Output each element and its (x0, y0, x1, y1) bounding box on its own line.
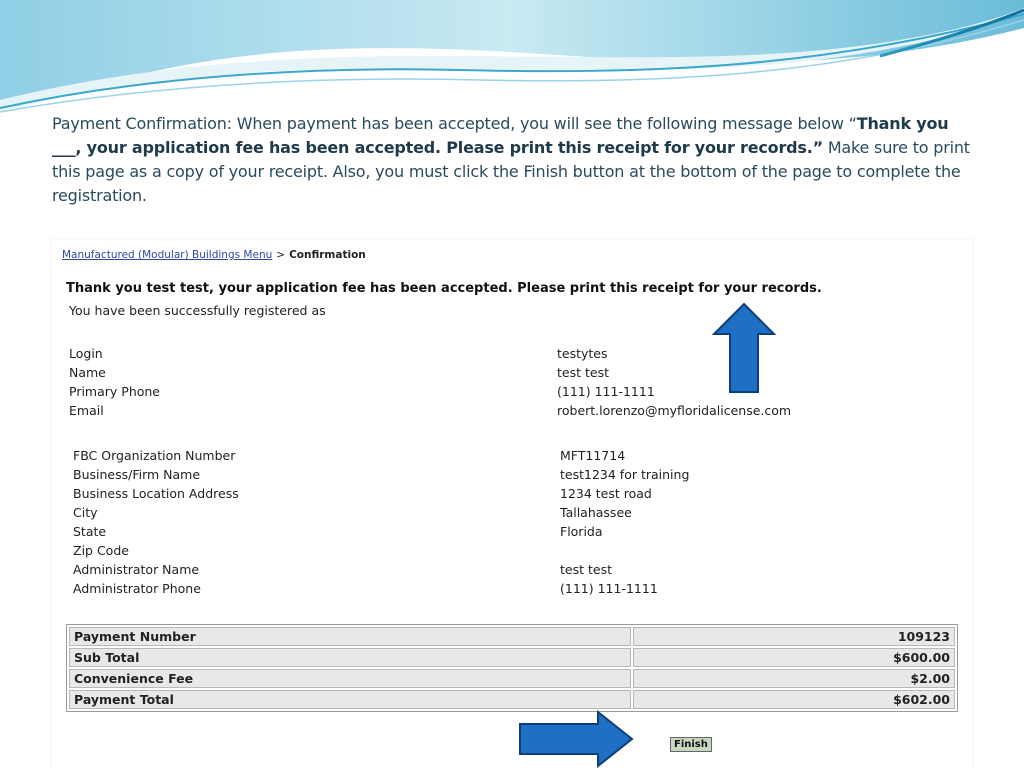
confirmation-screenshot: Manufactured (Modular) Buildings Menu > Co… (52, 240, 972, 768)
info-label: Business/Firm Name (73, 467, 201, 482)
info-label: FBC Organization Number (73, 448, 236, 463)
registered-message: You have been successfully registered as (69, 303, 326, 318)
arrow-right-icon (519, 710, 634, 768)
info-value: testytes (557, 346, 608, 361)
breadcrumb-separator: > (276, 249, 286, 261)
info-label: Zip Code (73, 543, 129, 558)
instructions-paragraph: Payment Confirmation: When payment has b… (52, 112, 972, 208)
payment-value: $602.00 (633, 690, 955, 709)
breadcrumb: Manufactured (Modular) Buildings Menu > Co… (62, 249, 366, 261)
info-label: State (73, 524, 107, 539)
payment-summary-table: Payment Number 109123 Sub Total $600.00 … (66, 624, 958, 712)
info-value: (111) 111-1111 (557, 384, 655, 399)
thank-you-message: Thank you test test, your application fe… (66, 281, 822, 296)
info-value: test test (557, 365, 609, 380)
payment-label: Payment Number (69, 627, 631, 646)
info-value: test1234 for training (560, 467, 690, 482)
arrow-up-icon (712, 302, 776, 393)
payment-value: 109123 (633, 627, 955, 646)
table-row: Payment Number 109123 (69, 627, 955, 646)
info-value: robert.lorenzo@myfloridalicense.com (557, 403, 792, 418)
payment-value: $2.00 (633, 669, 955, 688)
info-label: Email (69, 403, 104, 418)
info-value: test test (560, 562, 612, 577)
payment-label: Payment Total (69, 690, 631, 709)
table-row: Convenience Fee $2.00 (69, 669, 955, 688)
breadcrumb-current: Confirmation (289, 249, 366, 261)
info-value: (111) 111-1111 (560, 581, 658, 596)
info-label: Login (69, 346, 103, 361)
info-label: Administrator Name (73, 562, 200, 577)
table-row: Sub Total $600.00 (69, 648, 955, 667)
info-label: City (73, 505, 98, 520)
info-value: MFT11714 (560, 448, 626, 463)
header-wave-decoration (0, 0, 1024, 113)
table-row: Payment Total $602.00 (69, 690, 955, 709)
finish-button[interactable]: Finish (670, 737, 712, 752)
info-label: Primary Phone (69, 384, 160, 399)
payment-label: Convenience Fee (69, 669, 631, 688)
info-label: Business Location Address (73, 486, 239, 501)
payment-value: $600.00 (633, 648, 955, 667)
instructions-intro: Payment Confirmation: When payment has b… (52, 114, 857, 133)
info-value: 1234 test road (560, 486, 652, 501)
breadcrumb-menu-link[interactable]: Manufactured (Modular) Buildings Menu (62, 249, 272, 261)
info-value: Tallahassee (560, 505, 632, 520)
payment-label: Sub Total (69, 648, 631, 667)
info-value: Florida (560, 524, 603, 539)
info-label: Name (69, 365, 106, 380)
info-label: Administrator Phone (73, 581, 201, 596)
